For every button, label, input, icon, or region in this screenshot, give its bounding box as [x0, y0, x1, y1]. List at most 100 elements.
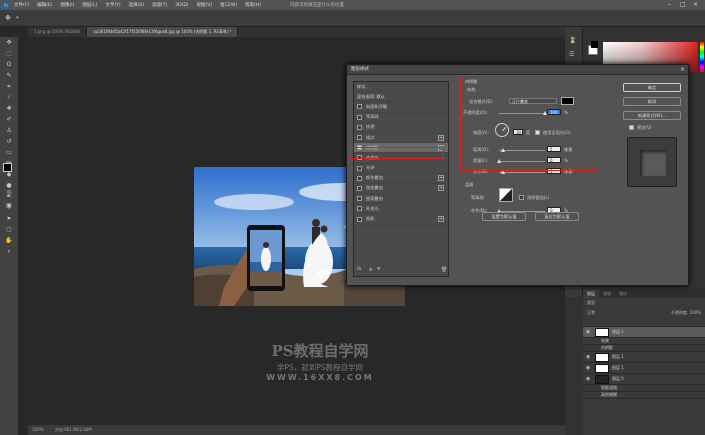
add-style-icon[interactable]: +: [438, 134, 444, 141]
style-item[interactable]: 颜色叠加 +: [354, 174, 448, 184]
menu-edit[interactable]: 编辑(E): [37, 2, 52, 8]
menu-layer[interactable]: 图层(L): [82, 2, 97, 8]
ok-button[interactable]: 确定: [623, 83, 681, 92]
lasso-tool-icon[interactable]: ʘ: [0, 59, 18, 70]
layer-row[interactable]: ◉ 图层 1: [583, 352, 705, 363]
foreground-color-swatch[interactable]: [3, 163, 12, 172]
menu-help[interactable]: 帮助(H): [245, 2, 261, 8]
style-item[interactable]: 外发光: [354, 204, 448, 215]
tab-document-1[interactable]: 1.png @ 100% (RGB/8): [28, 27, 88, 37]
tab-paths[interactable]: 路径: [615, 289, 631, 298]
new-style-button[interactable]: 新建样式(W)...: [623, 111, 681, 120]
style-checkbox[interactable]: [357, 196, 362, 202]
contour-picker[interactable]: [499, 188, 513, 202]
hand-tool-icon[interactable]: ✋: [0, 235, 18, 246]
quick-mask-icon[interactable]: ◎: [0, 187, 18, 198]
healing-brush-icon[interactable]: ✚: [0, 103, 18, 114]
style-item[interactable]: 纹理: [354, 123, 448, 133]
delete-effect-icon[interactable]: 🗑: [441, 267, 447, 273]
color-bg-swatch[interactable]: [591, 41, 598, 48]
style-item[interactable]: 光泽: [354, 164, 448, 174]
style-checkbox[interactable]: [357, 206, 362, 212]
size-slider[interactable]: [499, 170, 545, 174]
style-checkbox[interactable]: [357, 124, 362, 130]
add-style-icon[interactable]: +: [438, 175, 444, 182]
preview-label[interactable]: 预览(V): [637, 125, 652, 131]
history-icon[interactable]: ⌛: [569, 37, 576, 44]
dialog-close-icon[interactable]: ×: [680, 66, 685, 73]
style-checkbox[interactable]: [357, 165, 362, 171]
visibility-eye-icon[interactable]: ◉: [586, 365, 592, 371]
eraser-tool-icon[interactable]: ▭: [0, 147, 18, 158]
eyedropper-tool-icon[interactable]: ⁄: [0, 92, 18, 103]
antialias-label[interactable]: 消除锯齿(L): [527, 195, 549, 201]
hue-slider[interactable]: [700, 42, 704, 72]
move-up-icon[interactable]: ▲: [369, 267, 372, 272]
layer-effect-row[interactable]: 高斯模糊: [583, 392, 705, 399]
layer-effect-row[interactable]: 效果: [583, 338, 705, 345]
shape-tool-icon[interactable]: ▢: [0, 224, 18, 235]
zoom-level[interactable]: 100%: [32, 427, 43, 432]
menu-image[interactable]: 图像(I): [60, 2, 74, 8]
menu-view[interactable]: 视图(V): [197, 2, 213, 8]
style-item[interactable]: 渐变叠加 +: [354, 184, 448, 195]
menu-window[interactable]: 窗口(W): [220, 2, 237, 8]
tab-document-2[interactable]: aa361f8d45b42f17f556f8fe13f6gox8.jpg @ 1…: [87, 27, 239, 37]
close-icon[interactable]: ×: [693, 1, 698, 8]
zoom-tool-icon[interactable]: ⌕: [0, 246, 18, 257]
antialias-checkbox[interactable]: [519, 195, 524, 200]
minimize-icon[interactable]: –: [668, 1, 671, 8]
brush-tool-icon[interactable]: ✐: [0, 114, 18, 125]
cancel-button[interactable]: 取消: [623, 97, 681, 106]
blending-options[interactable]: 混合选项: 默认: [354, 92, 448, 103]
fx-button[interactable]: fx: [357, 267, 361, 272]
blend-mode-select[interactable]: 正常: [587, 308, 595, 318]
properties-icon[interactable]: ☰: [569, 51, 574, 58]
styles-header[interactable]: 样式: [354, 82, 448, 93]
make-default-button[interactable]: 设置为默认值: [482, 212, 526, 221]
marquee-tool-icon[interactable]: ⬚: [0, 48, 18, 59]
preview-checkbox[interactable]: [629, 125, 634, 130]
menu-filter[interactable]: 滤镜(T): [152, 2, 167, 8]
style-item[interactable]: 斜面和浮雕: [354, 102, 448, 113]
move-tool-icon[interactable]: ✥: [5, 14, 11, 22]
style-checkbox[interactable]: [357, 185, 362, 191]
path-select-icon[interactable]: ➤: [0, 213, 18, 224]
style-checkbox[interactable]: [357, 216, 362, 222]
reset-default-button[interactable]: 复位为默认值: [535, 212, 579, 221]
tab-channels[interactable]: 通道: [599, 289, 615, 298]
style-item[interactable]: 等高线: [354, 113, 448, 123]
style-checkbox[interactable]: [357, 114, 362, 120]
style-checkbox[interactable]: [357, 104, 362, 110]
menu-3d[interactable]: 3D(D): [175, 3, 188, 8]
crop-tool-icon[interactable]: ⌗: [0, 81, 18, 92]
layer-effect-row[interactable]: 内阴影: [583, 345, 705, 352]
tool-preset-chevron-icon[interactable]: ▾: [16, 15, 19, 21]
add-style-icon[interactable]: +: [438, 185, 444, 192]
layer-row[interactable]: ◉ 图层 1: [583, 327, 705, 338]
style-item[interactable]: 描边 +: [354, 133, 448, 144]
clone-stamp-icon[interactable]: ♙: [0, 125, 18, 136]
maximize-icon[interactable]: □: [680, 1, 686, 8]
menu-select[interactable]: 选择(S): [129, 2, 144, 8]
style-checkbox[interactable]: [357, 175, 362, 181]
style-checkbox[interactable]: [357, 135, 362, 141]
style-item[interactable]: 图案叠加: [354, 194, 448, 205]
layer-kind-label[interactable]: 类型: [587, 300, 595, 305]
move-down-icon[interactable]: ▼: [377, 267, 380, 272]
visibility-eye-icon[interactable]: ◉: [586, 376, 592, 382]
move-tool-icon[interactable]: ✥: [0, 37, 18, 48]
tab-layers[interactable]: 图层: [583, 289, 599, 298]
menu-type[interactable]: 文字(Y): [105, 2, 120, 8]
layer-opacity-value[interactable]: 100%: [690, 310, 701, 315]
layer-row[interactable]: ◉ 图层 1: [583, 363, 705, 374]
style-item[interactable]: 投影 +: [354, 214, 448, 225]
layer-row[interactable]: ◉ 图层 0: [583, 374, 705, 385]
history-brush-icon[interactable]: ↺: [0, 136, 18, 147]
menu-file[interactable]: 文件(F): [14, 2, 29, 8]
visibility-eye-icon[interactable]: ◉: [586, 329, 592, 335]
screen-mode-icon[interactable]: ▣: [0, 200, 18, 211]
layer-filter-row[interactable]: 类型: [583, 298, 705, 308]
quick-select-tool-icon[interactable]: ✎: [0, 70, 18, 81]
layer-effect-row[interactable]: 智能滤镜: [583, 385, 705, 392]
